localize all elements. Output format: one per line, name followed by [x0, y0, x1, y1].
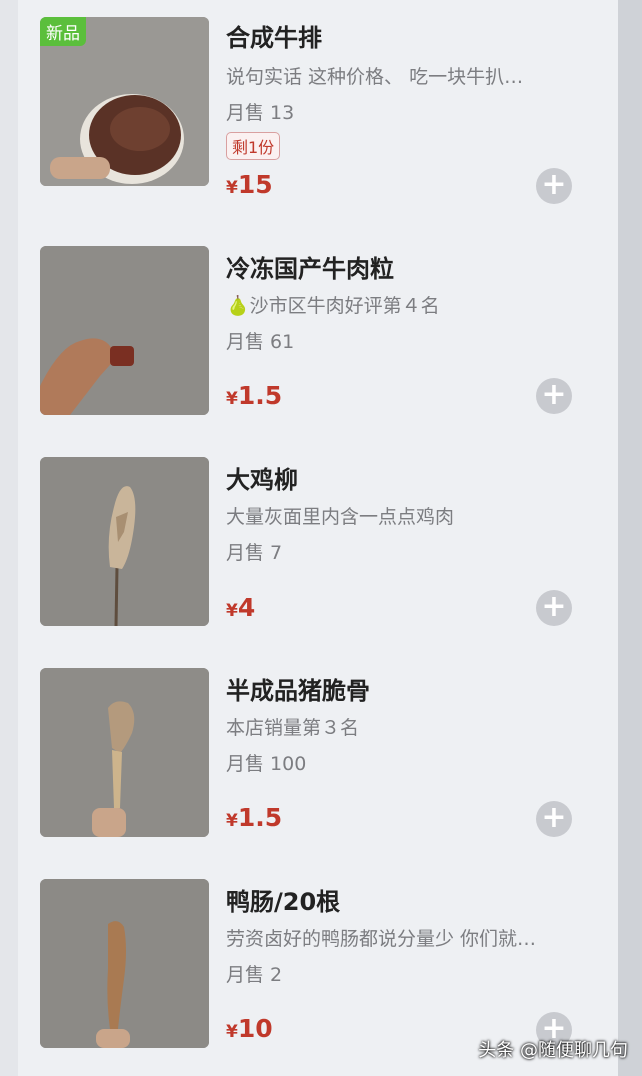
- product-image[interactable]: [40, 668, 209, 837]
- product-image[interactable]: 新品: [40, 17, 209, 186]
- product-image[interactable]: [40, 246, 209, 415]
- product-title: 大鸡柳: [226, 466, 298, 494]
- add-to-cart-button[interactable]: +: [536, 801, 572, 837]
- list-item[interactable]: 新品 合成牛排 说句实话 这种价格、 吃一块牛扒… 月售 13 剩1份 ¥15 …: [18, 0, 618, 204]
- stock-remaining-tag: 剩1份: [226, 132, 281, 160]
- monthly-sales: 月售 13: [226, 102, 295, 124]
- plus-icon: +: [541, 800, 567, 835]
- list-item[interactable]: 大鸡柳 大量灰面里内含一点点鸡肉 月售 7 ¥4 +: [18, 422, 618, 626]
- plus-icon: +: [541, 167, 567, 202]
- price: ¥10: [226, 1014, 273, 1043]
- product-title: 鸭肠/20根: [226, 888, 341, 916]
- add-to-cart-button[interactable]: +: [536, 168, 572, 204]
- product-description: 大量灰面里内含一点点鸡肉: [226, 506, 455, 528]
- chicken-strip-photo: [40, 457, 209, 626]
- product-description: 劳资卤好的鸭肠都说分量少 你们就…: [226, 928, 537, 950]
- price-value: 15: [237, 170, 273, 199]
- currency-symbol: ¥: [226, 389, 238, 409]
- scrollbar-track[interactable]: [618, 0, 642, 1076]
- duck-intestine-photo: [40, 879, 209, 1048]
- plus-icon: +: [541, 377, 567, 412]
- add-to-cart-button[interactable]: +: [536, 378, 572, 414]
- monthly-sales: 月售 61: [226, 331, 295, 353]
- product-description: 本店销量第３名: [226, 717, 360, 739]
- pork-cartilage-photo: [40, 668, 209, 837]
- left-edge: [0, 0, 18, 1076]
- product-image[interactable]: [40, 457, 209, 626]
- plus-icon: +: [541, 589, 567, 624]
- monthly-sales: 月售 2: [226, 964, 283, 986]
- list-item[interactable]: 冷冻国产牛肉粒 🍐沙市区牛肉好评第４名 月售 61 ¥1.5 +: [18, 211, 618, 415]
- product-description: 🍐沙市区牛肉好评第４名: [226, 295, 440, 317]
- new-badge: 新品: [40, 17, 86, 46]
- beef-cube-photo: [40, 246, 209, 415]
- currency-symbol: ¥: [226, 178, 238, 198]
- product-image[interactable]: [40, 879, 209, 1048]
- currency-symbol: ¥: [226, 811, 238, 831]
- price: ¥1.5: [226, 381, 282, 410]
- product-title: 合成牛排: [226, 24, 322, 52]
- add-to-cart-button[interactable]: +: [536, 590, 572, 626]
- price-value: 1.5: [237, 803, 283, 832]
- price-value: 10: [237, 1014, 273, 1043]
- product-description: 说句实话 这种价格、 吃一块牛扒…: [226, 66, 524, 88]
- product-title: 冷冻国产牛肉粒: [226, 255, 394, 283]
- monthly-sales: 月售 7: [226, 542, 283, 564]
- currency-symbol: ¥: [226, 1022, 238, 1042]
- currency-symbol: ¥: [226, 601, 238, 621]
- price-value: 4: [237, 593, 256, 622]
- price: ¥15: [226, 170, 273, 199]
- watermark: 头条 @随便聊几句: [478, 1040, 628, 1061]
- price-value: 1.5: [237, 381, 283, 410]
- product-title: 半成品猪脆骨: [226, 677, 370, 705]
- monthly-sales: 月售 100: [226, 753, 307, 775]
- list-item[interactable]: 鸭肠/20根 劳资卤好的鸭肠都说分量少 你们就… 月售 2 ¥10 +: [18, 844, 618, 1048]
- price: ¥1.5: [226, 803, 282, 832]
- price: ¥4: [226, 593, 255, 622]
- list-item[interactable]: 半成品猪脆骨 本店销量第３名 月售 100 ¥1.5 +: [18, 633, 618, 837]
